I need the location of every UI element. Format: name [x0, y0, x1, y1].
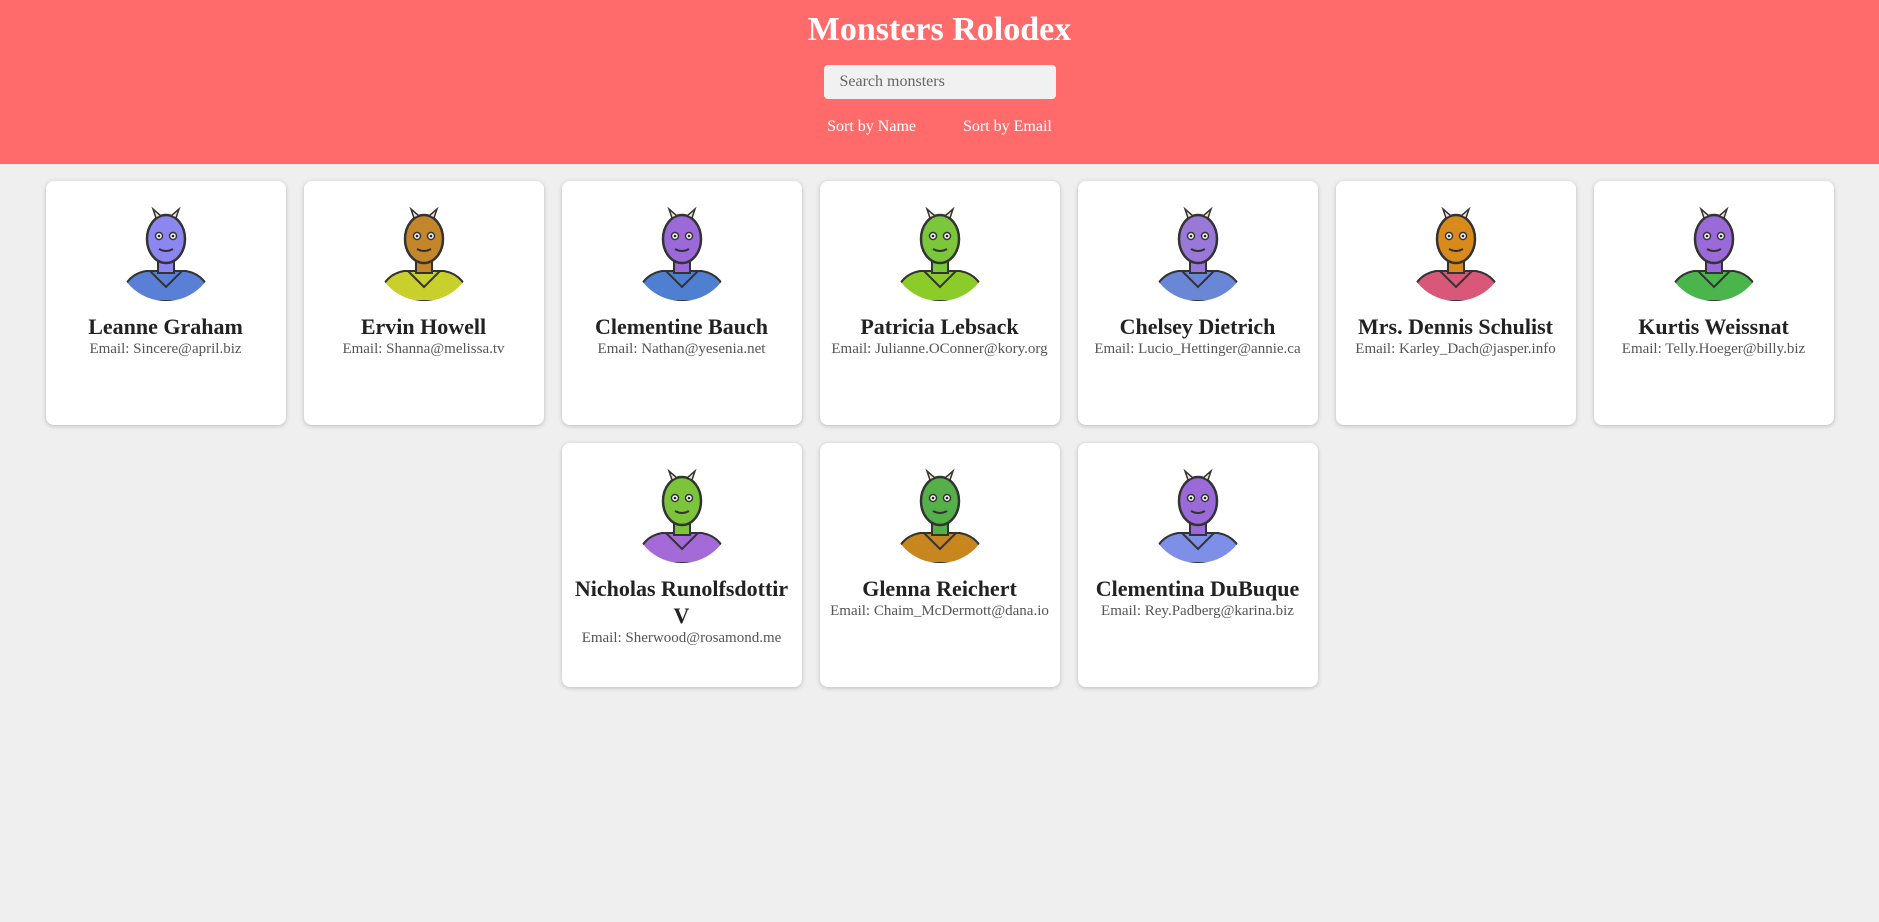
green-headphone-monster-icon	[631, 463, 732, 563]
monster-email: Email: Telly.Hoeger@billy.biz	[1621, 341, 1806, 357]
monster-card[interactable]: Leanne Graham Email: Sincere@april.biz	[45, 181, 286, 425]
monster-card[interactable]: Clementine Bauch Email: Nathan@yesenia.ne…	[561, 181, 802, 425]
monster-email: Email: Julianne.OConner@kory.org	[831, 341, 1048, 357]
sort-by-name-button[interactable]: Sort by Name	[827, 118, 916, 136]
monster-email: Email: Sincere@april.biz	[89, 341, 242, 357]
monster-card[interactable]: Glenna Reichert Email: Chaim_McDermott@da…	[819, 443, 1060, 687]
orange-monster-icon	[373, 201, 474, 301]
blue-horned-monster-icon	[115, 201, 216, 301]
monster-email: Email: Lucio_Hettinger@annie.ca	[1094, 341, 1301, 357]
monster-card-list: Leanne Graham Email: Sincere@april.biz Erv…	[40, 181, 1840, 687]
monster-name: Clementina DuBuque	[1095, 576, 1300, 601]
monster-email: Email: Rey.Padberg@karina.biz	[1101, 603, 1294, 619]
monster-email: Email: Karley_Dach@jasper.info	[1355, 341, 1556, 357]
green-horned-monster-icon	[889, 463, 990, 563]
orange-antenna-monster-icon	[1405, 201, 1506, 301]
search-input[interactable]	[823, 65, 1056, 99]
sort-by-email-button[interactable]: Sort by Email	[963, 118, 1052, 136]
green-robot-monster-icon	[889, 201, 990, 301]
monster-card[interactable]: Kurtis Weissnat Email: Telly.Hoeger@billy…	[1593, 181, 1834, 425]
monster-card[interactable]: Chelsey Dietrich Email: Lucio_Hettinger@a…	[1077, 181, 1318, 425]
monster-name: Mrs. Dennis Schulist	[1358, 314, 1553, 339]
app-header: Monsters Rolodex Sort by Name Sort by Em…	[0, 0, 1879, 164]
purple-smiley-monster-icon	[1147, 463, 1248, 563]
monster-email: Email: Sherwood@rosamond.me	[581, 630, 782, 646]
monster-name: Nicholas Runolfsdottir V	[574, 576, 789, 628]
monster-name: Chelsey Dietrich	[1119, 314, 1276, 339]
monster-card[interactable]: Nicholas Runolfsdottir V Email: Sherwood@…	[561, 443, 802, 687]
monster-card[interactable]: Patricia Lebsack Email: Julianne.OConner@…	[819, 181, 1060, 425]
monster-email: Email: Nathan@yesenia.net	[597, 341, 766, 357]
monster-email: Email: Chaim_McDermott@dana.io	[830, 603, 1049, 619]
monster-email: Email: Shanna@melissa.tv	[342, 341, 505, 357]
purple-cyclops-monster-icon	[631, 201, 732, 301]
monster-card[interactable]: Mrs. Dennis Schulist Email: Karley_Dach@j…	[1335, 181, 1576, 425]
monster-name: Clementine Bauch	[595, 314, 768, 339]
sort-controls: Sort by Name Sort by Email	[827, 118, 1052, 136]
purple-helmet-monster-icon	[1147, 201, 1248, 301]
monster-card[interactable]: Ervin Howell Email: Shanna@melissa.tv	[303, 181, 544, 425]
monster-name: Leanne Graham	[88, 314, 243, 339]
monster-name: Ervin Howell	[360, 314, 487, 339]
monster-name: Patricia Lebsack	[860, 314, 1019, 339]
purple-unicorn-monster-icon	[1663, 201, 1764, 301]
monster-name: Glenna Reichert	[862, 576, 1017, 601]
monster-name: Kurtis Weissnat	[1638, 314, 1789, 339]
app-title: Monsters Rolodex	[807, 11, 1072, 48]
monster-card[interactable]: Clementina DuBuque Email: Rey.Padberg@kar…	[1077, 443, 1318, 687]
